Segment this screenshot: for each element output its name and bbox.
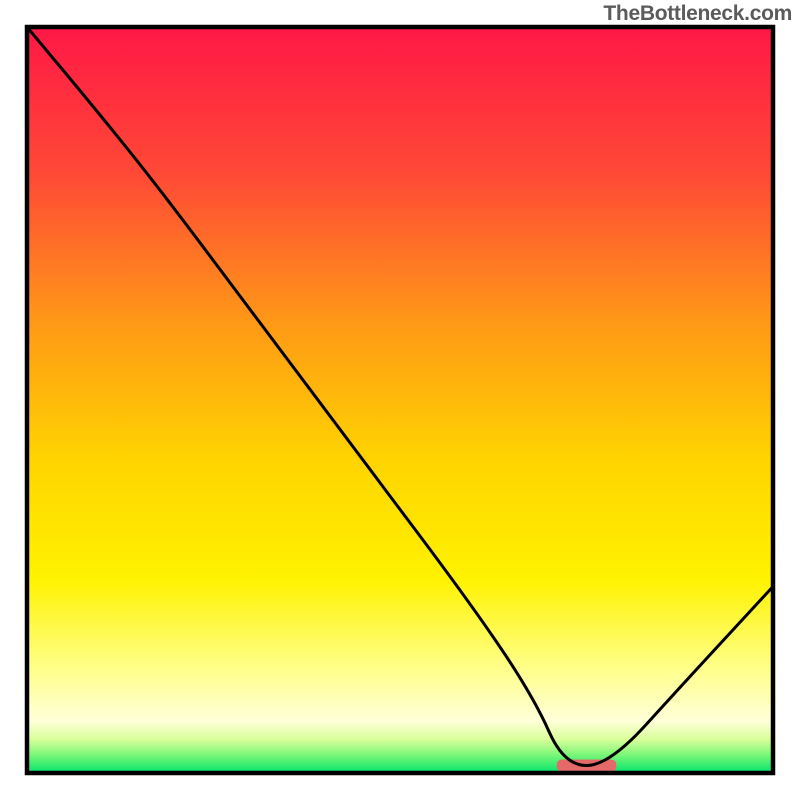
gradient-background [27, 27, 773, 773]
bottleneck-chart [0, 0, 800, 800]
watermark-text: TheBottleneck.com [603, 2, 792, 26]
